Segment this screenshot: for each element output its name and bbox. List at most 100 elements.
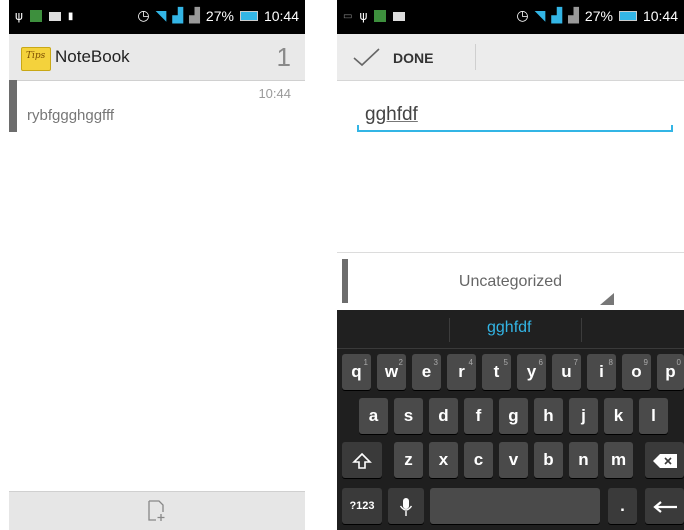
signal-icon: ▟: [172, 7, 184, 23]
key-h[interactable]: h: [534, 398, 563, 434]
key-label: t: [493, 362, 500, 381]
battery-percent: 27%: [584, 7, 613, 24]
add-note-icon[interactable]: [146, 500, 166, 522]
backspace-key[interactable]: [645, 442, 684, 478]
suggestion-divider: [581, 318, 582, 342]
soft-keyboard: gghfdf 1q 2w 3e 4r 5t 6y 7u 8i 9o 0p a s…: [337, 310, 684, 530]
key-label: g: [508, 406, 519, 425]
key-r[interactable]: 4r: [447, 354, 476, 390]
key-y[interactable]: 6y: [517, 354, 546, 390]
key-label: f: [475, 406, 482, 425]
signal-2-icon: ▟: [189, 7, 200, 23]
key-g[interactable]: g: [499, 398, 528, 434]
key-b[interactable]: b: [534, 442, 563, 478]
suggestion-word[interactable]: gghfdf: [487, 319, 531, 337]
key-number: 5: [503, 358, 508, 367]
key-label: z: [404, 450, 413, 469]
key-label: n: [578, 450, 589, 469]
key-t[interactable]: 5t: [482, 354, 511, 390]
alarm-icon: ◷: [516, 7, 529, 23]
period-key[interactable]: .: [608, 488, 637, 524]
app-icon: [374, 10, 387, 22]
usb-icon: ψ: [359, 9, 368, 23]
voice-key[interactable]: [388, 488, 424, 524]
key-number: 7: [573, 358, 578, 367]
enter-key[interactable]: [645, 488, 684, 524]
key-number: 4: [468, 358, 473, 367]
space-key[interactable]: [430, 488, 600, 524]
key-l[interactable]: l: [639, 398, 668, 434]
key-label: d: [438, 406, 449, 425]
status-bar: ψ ▮ ◷ ◥ ▟ ▟ 27% 10:44: [9, 0, 305, 34]
key-label: w: [384, 362, 399, 381]
key-label: r: [458, 362, 465, 381]
signal-icon: ▟: [551, 7, 563, 23]
note-text: rybfggghggfff: [27, 107, 115, 124]
key-label: p: [665, 362, 676, 381]
key-label: m: [610, 450, 627, 469]
key-x[interactable]: x: [429, 442, 458, 478]
wifi-icon: ◥: [155, 7, 167, 23]
key-z[interactable]: z: [394, 442, 423, 478]
spinner-arrow-icon: [600, 293, 614, 305]
key-label: q: [351, 362, 362, 381]
backspace-icon: [652, 453, 677, 468]
key-k[interactable]: k: [604, 398, 633, 434]
battery-percent: 27%: [205, 7, 234, 24]
key-i[interactable]: 8i: [587, 354, 616, 390]
key-label: a: [368, 406, 379, 425]
key-number: 3: [433, 358, 438, 367]
key-label: k: [613, 406, 624, 425]
key-f[interactable]: f: [464, 398, 493, 434]
key-e[interactable]: 3e: [412, 354, 441, 390]
key-label: b: [543, 450, 554, 469]
microphone-icon: [399, 497, 413, 516]
key-o[interactable]: 9o: [622, 354, 651, 390]
notification-icons: ψ ▮: [15, 9, 73, 23]
symbols-key[interactable]: ?123: [342, 488, 382, 524]
status-bar: ▭ ψ ◷ ◥ ▟ ▟ 27% 10:44: [337, 0, 684, 34]
shift-key[interactable]: [342, 442, 382, 478]
key-m[interactable]: m: [604, 442, 633, 478]
mail-icon: [48, 11, 61, 21]
keyboard-icon: ▭: [343, 10, 353, 22]
note-title-value: gghfdf: [365, 104, 418, 125]
key-q[interactable]: 1q: [342, 354, 371, 390]
sd-card-icon: ▮: [67, 10, 74, 22]
input-tick-right: [671, 125, 673, 132]
signal-2-icon: ▟: [568, 7, 579, 23]
key-label: u: [561, 362, 572, 381]
divider: [475, 44, 476, 70]
list-item[interactable]: 10:44 rybfggghggfff: [9, 80, 305, 132]
bottom-action-bar: [9, 491, 305, 530]
key-u[interactable]: 7u: [552, 354, 581, 390]
notebook-logo-icon[interactable]: Tips: [21, 47, 51, 71]
note-color-bar: [9, 80, 17, 132]
key-number: 2: [398, 358, 403, 367]
key-d[interactable]: d: [429, 398, 458, 434]
key-a[interactable]: a: [359, 398, 388, 434]
category-spinner[interactable]: Uncategorized: [337, 252, 684, 309]
key-v[interactable]: v: [499, 442, 528, 478]
key-w[interactable]: 2w: [377, 354, 406, 390]
usb-icon: ψ: [15, 9, 23, 23]
suggestion-strip: gghfdf: [337, 310, 684, 349]
battery-icon: [618, 10, 637, 21]
notification-icons: ▭ ψ: [343, 9, 406, 23]
note-title-input[interactable]: gghfdf: [357, 102, 673, 132]
key-c[interactable]: c: [464, 442, 493, 478]
clock: 10:44: [642, 7, 678, 24]
key-p[interactable]: 0p: [657, 354, 684, 390]
key-n[interactable]: n: [569, 442, 598, 478]
input-tick-left: [357, 125, 359, 132]
note-time: 10:44: [258, 86, 291, 101]
shift-icon: [352, 452, 372, 469]
key-label: o: [631, 362, 642, 381]
key-number: 9: [643, 358, 648, 367]
done-action-bar: DONE: [337, 34, 684, 81]
app-icon: [29, 10, 42, 22]
key-label: j: [581, 406, 586, 425]
key-j[interactable]: j: [569, 398, 598, 434]
key-label: e: [421, 362, 432, 381]
key-s[interactable]: s: [394, 398, 423, 434]
